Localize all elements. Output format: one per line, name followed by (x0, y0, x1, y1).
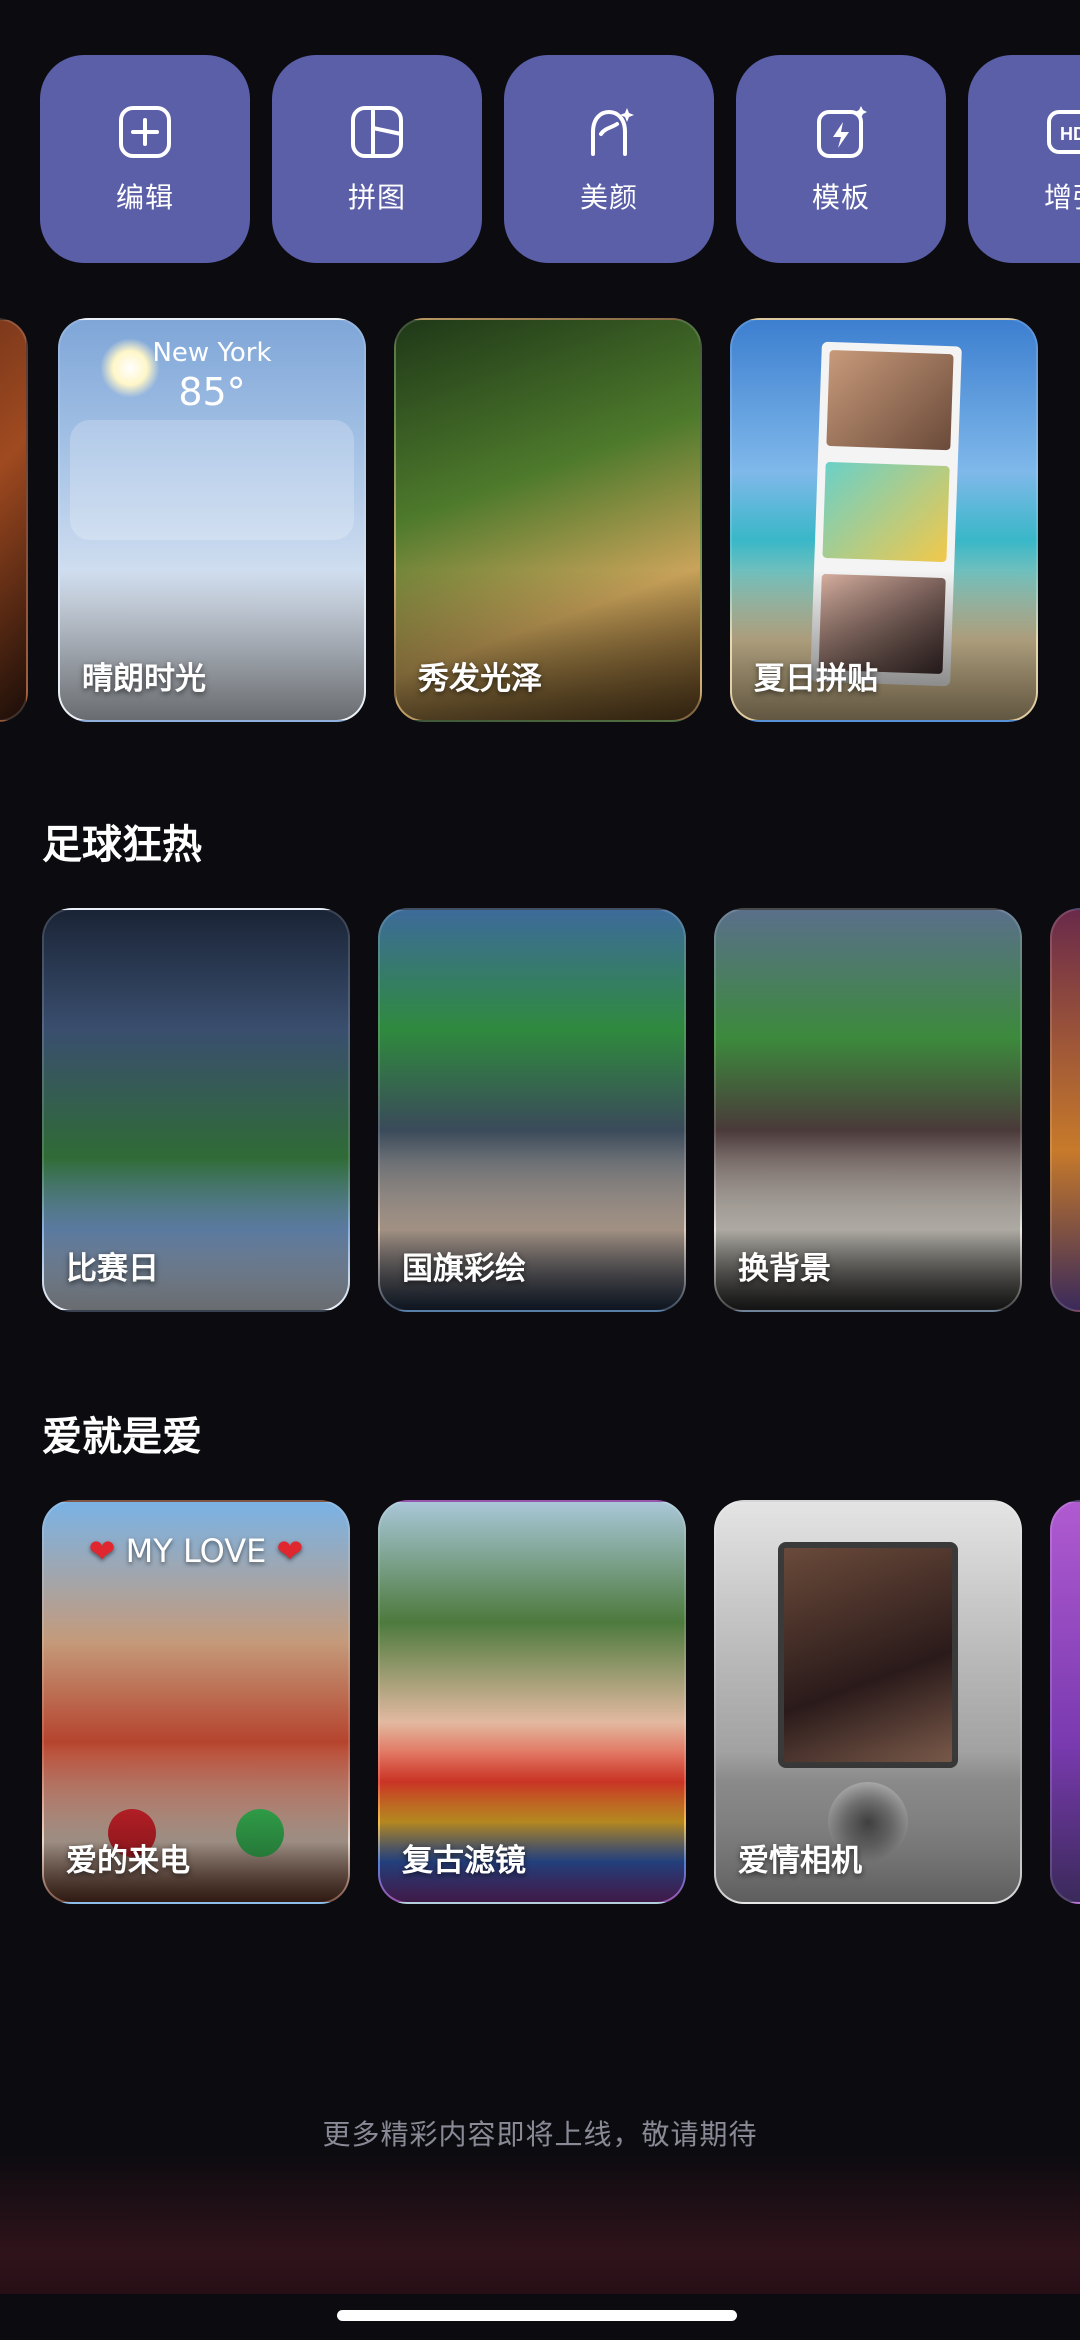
tool-edit-button[interactable]: 编辑 (40, 55, 250, 263)
featured-card-collage[interactable]: 夏日拼贴 (730, 318, 1038, 722)
collage-icon (351, 106, 403, 158)
tool-row: 编辑 拼图 美颜 模板 HD 增强 (40, 55, 1080, 263)
tool-template-button[interactable]: 模板 (736, 55, 946, 263)
football-card-label: 换背景 (738, 1251, 831, 1287)
love-card-retro-filter[interactable]: 复古滤镜 (378, 1500, 686, 1904)
beauty-face-icon (591, 108, 634, 156)
football-row: 比赛日 国旗彩绘 换背景 (0, 908, 1080, 1312)
bottom-glow (0, 2150, 1080, 2300)
photo-strip-shot (826, 349, 954, 451)
hd-icon: HD (1047, 110, 1080, 154)
football-card-label: 国旗彩绘 (402, 1251, 526, 1287)
football-card-matchday[interactable]: 比赛日 (42, 908, 350, 1312)
heart-icon: ❤ (276, 1532, 304, 1570)
football-card-change-background[interactable]: 换背景 (714, 908, 1022, 1312)
featured-card-hair[interactable]: 秀发光泽 (394, 318, 702, 722)
section-title-love: 爱就是爱 (42, 1414, 202, 1460)
tool-enhance-button[interactable]: HD 增强 (968, 55, 1080, 263)
weather-temp: 85° (178, 370, 246, 414)
featured-card-label: 晴朗时光 (82, 661, 206, 697)
love-card-partial-right[interactable] (1050, 1500, 1080, 1904)
love-card-camera[interactable]: 爱情相机 (714, 1500, 1022, 1904)
featured-row: New York 85° 晴朗时光 秀发光泽 夏日拼贴 (0, 318, 1080, 722)
weather-overlay: New York 85° (60, 338, 364, 414)
hd-icon-text: HD (1060, 124, 1080, 144)
love-banner-text: MY LOVE (125, 1532, 267, 1570)
love-card-label: 爱的来电 (66, 1843, 190, 1879)
template-flash-icon (817, 106, 867, 158)
tool-edit-label: 编辑 (115, 181, 174, 214)
photo-strip-shot (822, 461, 950, 563)
featured-card-sunny[interactable]: New York 85° 晴朗时光 (58, 318, 366, 722)
coming-soon-text: 更多精彩内容即将上线，敬请期待 (322, 2118, 758, 2151)
featured-card-label: 秀发光泽 (418, 661, 542, 697)
featured-card-label: 夏日拼贴 (754, 661, 878, 697)
football-card-flag-paint[interactable]: 国旗彩绘 (378, 908, 686, 1312)
featured-card-partial-left[interactable] (0, 318, 28, 722)
tool-collage-label: 拼图 (347, 181, 406, 214)
weather-city: New York (152, 338, 272, 368)
love-row: ❤ MY LOVE ❤ 爱的来电 复古滤镜 爱情相机 (0, 1500, 1080, 1904)
home-indicator[interactable] (337, 2310, 737, 2321)
heart-icon: ❤ (88, 1532, 116, 1570)
love-banner: ❤ MY LOVE ❤ (44, 1532, 348, 1570)
tool-enhance-label: 增强 (1043, 181, 1080, 214)
football-card-label: 比赛日 (66, 1251, 159, 1287)
love-card-call[interactable]: ❤ MY LOVE ❤ 爱的来电 (42, 1500, 350, 1904)
love-card-label: 复古滤镜 (402, 1843, 526, 1879)
section-title-football: 足球狂热 (42, 822, 202, 868)
add-square-icon (119, 106, 171, 158)
weather-panel (70, 420, 354, 540)
tool-beauty-label: 美颜 (579, 181, 638, 214)
tool-collage-button[interactable]: 拼图 (272, 55, 482, 263)
tool-beauty-button[interactable]: 美颜 (504, 55, 714, 263)
camera-screen (778, 1542, 958, 1768)
football-card-partial-right[interactable] (1050, 908, 1080, 1312)
tool-template-label: 模板 (811, 181, 870, 214)
love-card-label: 爱情相机 (738, 1843, 862, 1879)
